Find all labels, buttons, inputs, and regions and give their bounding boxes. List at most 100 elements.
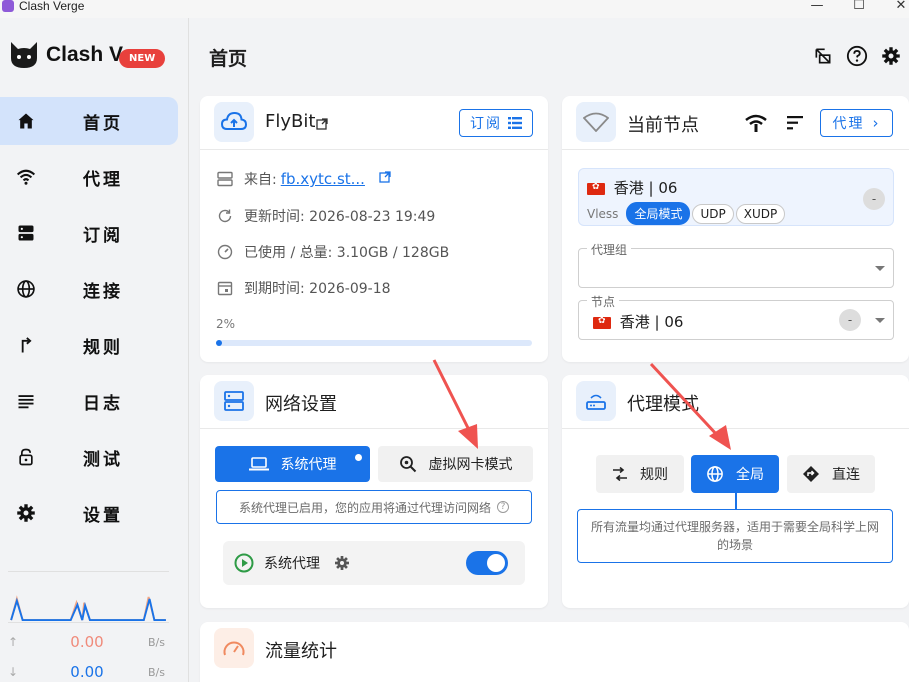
sidebar-item-label: 日志 [83, 393, 123, 414]
globe-icon [14, 277, 38, 301]
mode-direct[interactable]: 直连 [787, 455, 875, 493]
node-legend: 节点 [587, 293, 620, 310]
usage-percent: 2% [216, 317, 236, 331]
expire-text: 到期时间: 2026-09-18 [244, 281, 391, 297]
sidebar-item-label: 首页 [83, 113, 123, 134]
wifi-outline-icon [576, 102, 616, 142]
system-proxy-switch[interactable] [466, 551, 508, 575]
system-proxy-note-text: 系统代理已启用，您的应用将通过代理访问网络 [238, 500, 491, 515]
chevron-down-icon [875, 318, 885, 323]
network-settings-card: 网络设置 系统代理 虚拟网卡模式 系统代理已启用，您的应用将通过代理访问网络 ?… [200, 375, 548, 608]
gear-icon[interactable] [334, 555, 350, 571]
dns-icon [214, 381, 254, 421]
upload-speed-value: 0.00 [70, 633, 104, 651]
download-speed-value: 0.00 [70, 663, 104, 681]
mode-connector-line [735, 493, 737, 509]
switch-knob [487, 554, 505, 572]
speedometer-icon [214, 628, 254, 668]
zoom-icon [399, 455, 417, 473]
maximize-button[interactable]: ☐ [836, 0, 882, 14]
calendar-icon [216, 279, 234, 297]
proxy-mode-title: 代理模式 [627, 394, 699, 415]
usage-progress-fill [216, 340, 223, 346]
settings-icon[interactable] [879, 44, 903, 68]
sidebar-item-home[interactable]: 首页 [0, 97, 178, 145]
current-node-title: 当前节点 [627, 115, 699, 136]
chevron-down-icon [875, 266, 885, 271]
open-link-icon[interactable] [379, 171, 391, 187]
node-tags: Vless 全局模式 UDP XUDP [587, 202, 787, 225]
proxy-page-button-label: 代理 [832, 116, 865, 132]
gear-icon [14, 501, 38, 525]
traffic-mini-panel: ↑ 0.00 B/s ↓ 0.00 B/s [8, 571, 169, 682]
globe-icon [706, 465, 724, 483]
current-node-box[interactable]: 香港 | 06 Vless 全局模式 UDP XUDP - [578, 168, 894, 226]
minimize-button[interactable]: — [794, 0, 840, 14]
chevron-right-icon: › [872, 114, 881, 132]
profile-card-header: FlyBit 订阅 [200, 96, 548, 150]
sidebar-item-test[interactable]: 测试 [0, 433, 178, 481]
expire-row: 到期时间: 2026-09-18 [216, 278, 391, 298]
node-select-value-row: 香港 | 06 [593, 311, 683, 332]
rules-icon [14, 333, 38, 357]
open-external-icon[interactable] [316, 115, 328, 134]
traffic-stats-card: 流量统计 [200, 622, 909, 682]
network-settings-title: 网络设置 [265, 394, 337, 415]
custom-layout-icon[interactable] [811, 44, 835, 68]
source-link[interactable]: fb.xytc.st... [281, 170, 365, 188]
sidebar-item-logs[interactable]: 日志 [0, 377, 178, 425]
signal-icon[interactable] [745, 113, 767, 137]
lock-icon [14, 445, 38, 469]
upload-speed-unit: B/s [148, 635, 165, 649]
usage-progress-bar [216, 340, 532, 346]
tab-system-proxy[interactable]: 系统代理 [215, 446, 370, 482]
tab-system-proxy-label: 系统代理 [280, 457, 337, 473]
dns-icon [216, 170, 234, 188]
tag-global-mode: 全局模式 [626, 202, 691, 225]
sidebar-item-subscription[interactable]: 订阅 [0, 209, 178, 257]
current-node-card-header: 当前节点 代理 › [562, 96, 909, 150]
proxy-group-select[interactable]: 代理组 [578, 241, 894, 288]
sidebar-item-label: 设置 [83, 505, 123, 526]
source-label: 来自: [244, 172, 277, 188]
page-title: 首页 [209, 48, 248, 70]
sidebar-item-label: 规则 [83, 337, 123, 358]
node-select-delay-badge[interactable]: - [839, 309, 861, 331]
refresh-icon [216, 207, 234, 225]
sidebar-item-settings[interactable]: 设置 [0, 489, 178, 537]
tab-tun-mode[interactable]: 虚拟网卡模式 [378, 446, 533, 482]
help-icon[interactable] [845, 44, 869, 68]
sidebar-item-connections[interactable]: 连接 [0, 265, 178, 313]
home-icon [14, 109, 38, 133]
sidebar-item-rules[interactable]: 规则 [0, 321, 178, 369]
traffic-stats-title: 流量统计 [265, 641, 337, 662]
proxy-page-button[interactable]: 代理 › [820, 109, 893, 137]
node-select[interactable]: 节点 香港 | 06 - [578, 293, 894, 340]
new-badge: NEW [119, 48, 166, 68]
wifi-icon [14, 165, 38, 189]
laptop-icon [248, 457, 269, 471]
usage-text: 已使用 / 总量: 3.10GB / 128GB [244, 245, 450, 261]
node-select-value: 香港 | 06 [619, 313, 684, 331]
help-circle-icon[interactable]: ? [497, 501, 509, 513]
hong-kong-flag-icon [587, 182, 605, 195]
profile-name: FlyBit [265, 111, 316, 132]
window-title: Clash Verge [19, 0, 85, 13]
node-delay-badge[interactable]: - [863, 188, 885, 210]
sort-icon[interactable] [787, 115, 805, 134]
mode-global[interactable]: 全局 [691, 455, 779, 493]
cat-logo-icon [11, 42, 37, 68]
usage-row: 已使用 / 总量: 3.10GB / 128GB [216, 242, 449, 262]
sidebar-item-proxy[interactable]: 代理 [0, 153, 178, 201]
updated-text: 更新时间: 2026-08-23 19:49 [244, 209, 436, 225]
mode-rule[interactable]: 规则 [596, 455, 684, 493]
node-name: 香港 | 06 [613, 179, 678, 197]
upload-arrow-icon: ↑ [8, 635, 19, 649]
subscribe-button[interactable]: 订阅 [459, 109, 533, 137]
window-titlebar: Clash Verge — ☐ ✕ [0, 0, 909, 18]
proxy-mode-note: 所有流量均通过代理服务器，适用于需要全局科学上网的场景 [577, 509, 893, 563]
sidebar-item-label: 连接 [83, 281, 123, 302]
brand-name: Clash V [46, 43, 124, 66]
speed-icon [216, 243, 234, 261]
close-button[interactable]: ✕ [878, 0, 909, 14]
